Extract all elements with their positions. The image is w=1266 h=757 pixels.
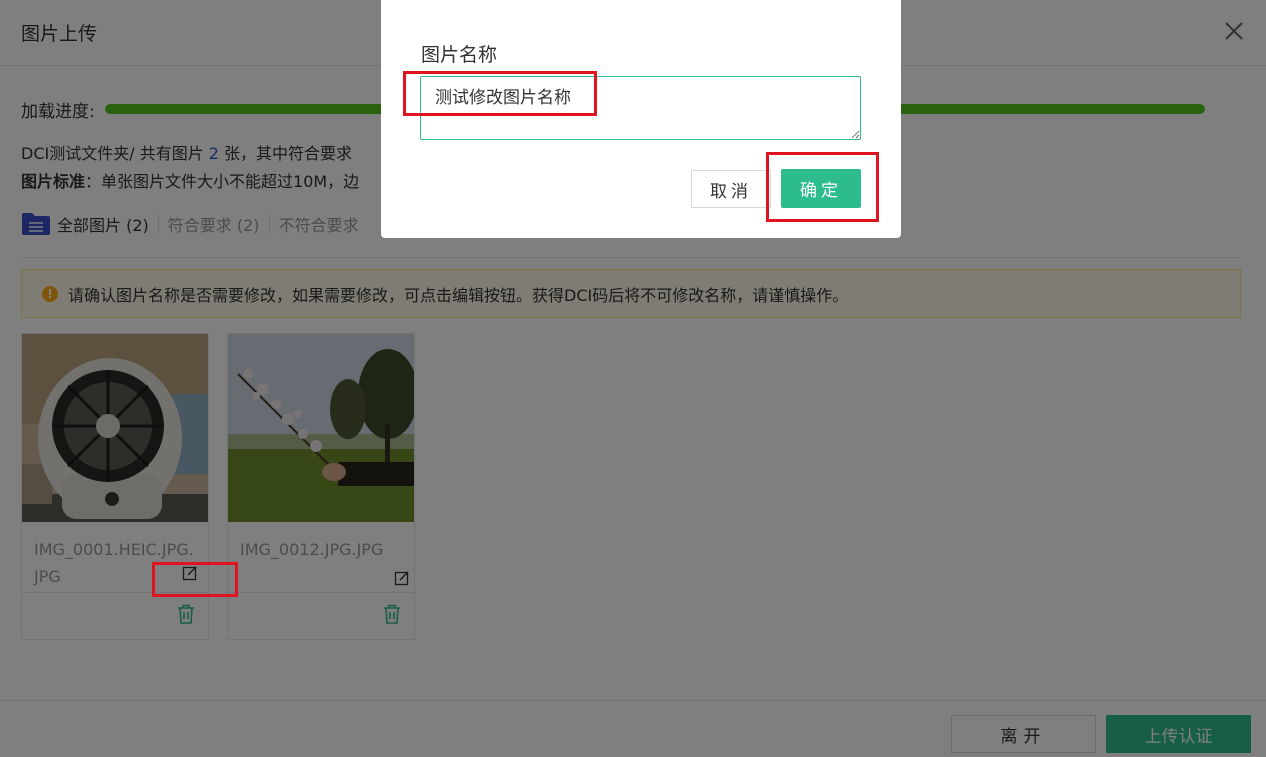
- image-name-input[interactable]: 测试修改图片名称: [420, 76, 861, 140]
- image-name-label: 图片名称: [421, 44, 498, 66]
- confirm-button[interactable]: 确定: [781, 169, 861, 208]
- cancel-button[interactable]: 取消: [691, 170, 771, 208]
- rename-modal: 图片名称 测试修改图片名称 取消 确定: [381, 0, 901, 238]
